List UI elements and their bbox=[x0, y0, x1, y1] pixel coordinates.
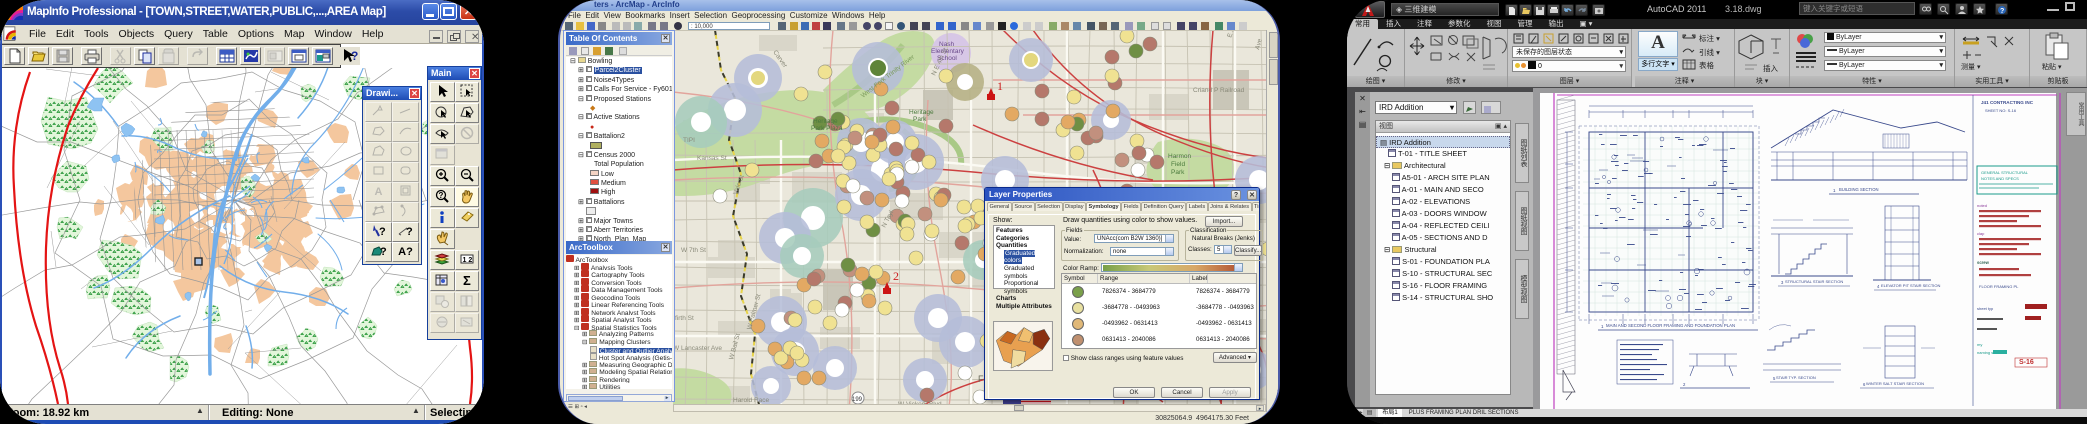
svg-text:screw: screw bbox=[1977, 260, 1990, 265]
svg-text:BUILDING SECTION: BUILDING SECTION bbox=[1839, 187, 1879, 192]
svg-text:S-16: S-16 bbox=[2019, 359, 2034, 366]
svg-text:?: ? bbox=[380, 246, 387, 258]
svg-text:my: my bbox=[1977, 342, 1982, 347]
svg-text:?: ? bbox=[439, 191, 444, 200]
svg-text:?: ? bbox=[406, 226, 413, 238]
svg-text:ELEVATOR PIT STAIR SECTION: ELEVATOR PIT STAIR SECTION bbox=[1881, 283, 1941, 288]
svg-text:FLOOR FRAMING PL: FLOOR FRAMING PL bbox=[1979, 284, 2019, 289]
svg-text:插入: 插入 bbox=[1763, 63, 1779, 73]
svg-text:Harmon: Harmon bbox=[1168, 153, 1192, 160]
svg-text:表格: 表格 bbox=[1699, 60, 1715, 70]
svg-text:Park: Park bbox=[913, 116, 927, 123]
svg-text:Nash: Nash bbox=[939, 41, 955, 48]
svg-text:1 2: 1 2 bbox=[462, 257, 472, 264]
svg-text:W 7th St: W 7th St bbox=[681, 247, 706, 254]
svg-text:Heritage: Heritage bbox=[909, 109, 934, 116]
svg-text:1: 1 bbox=[997, 79, 1003, 93]
svg-text:clap: clap bbox=[1977, 231, 1985, 236]
svg-text:Park Plaza: Park Plaza bbox=[811, 125, 843, 132]
svg-text:199: 199 bbox=[852, 397, 863, 403]
svg-text:MAIN AND SECOND FLOOR FRAMING: MAIN AND SECOND FLOOR FRAMING AND FOUNDA… bbox=[1606, 323, 1735, 328]
svg-text:?: ? bbox=[2000, 8, 2004, 15]
svg-text:WINTER SALT STAIR SECTION: WINTER SALT STAIR SECTION bbox=[1866, 381, 1924, 386]
svg-text:STAIR TYP. SECTION: STAIR TYP. SECTION bbox=[1776, 375, 1816, 380]
svg-text:GENERAL STRUCTURAL: GENERAL STRUCTURAL bbox=[1981, 170, 2029, 175]
svg-text:Criand P Railroad: Criand P Railroad bbox=[1193, 87, 1245, 94]
svg-text:?: ? bbox=[351, 49, 358, 63]
svg-text:firth St: firth St bbox=[675, 315, 694, 322]
svg-text:J41 CONTRACTING INC: J41 CONTRACTING INC bbox=[1981, 100, 2034, 105]
svg-text:标注 ▾: 标注 ▾ bbox=[1699, 33, 1720, 43]
svg-text:sheet typ: sheet typ bbox=[1977, 306, 1994, 311]
svg-text:Heritage: Heritage bbox=[813, 118, 838, 125]
svg-text:STRUCTURAL STAIR SECTION: STRUCTURAL STAIR SECTION bbox=[1785, 279, 1843, 284]
svg-text:2: 2 bbox=[893, 269, 899, 283]
svg-text:TIPI: TIPI bbox=[683, 137, 695, 144]
svg-text:SHEET NO: S-16: SHEET NO: S-16 bbox=[1985, 108, 2017, 113]
svg-text:noted: noted bbox=[1977, 203, 1987, 208]
svg-text:?: ? bbox=[379, 226, 386, 238]
svg-text:W Lancaster Ave: W Lancaster Ave bbox=[673, 345, 722, 352]
svg-text:Kansas St: Kansas St bbox=[697, 155, 727, 162]
svg-text:naming st: naming st bbox=[1977, 350, 1995, 355]
svg-text:引线 ▾: 引线 ▾ bbox=[1699, 47, 1720, 57]
svg-text:Harold Race: Harold Race bbox=[733, 397, 770, 404]
svg-text:Park: Park bbox=[1171, 169, 1185, 176]
svg-text:Field: Field bbox=[1171, 161, 1185, 168]
svg-text:NOTES AND SPECS: NOTES AND SPECS bbox=[1981, 176, 2019, 181]
svg-text:Σ: Σ bbox=[463, 273, 471, 288]
svg-text:粘贴 ▾: 粘贴 ▾ bbox=[2042, 62, 2062, 71]
svg-text:测量 ▾: 测量 ▾ bbox=[1961, 63, 1981, 71]
